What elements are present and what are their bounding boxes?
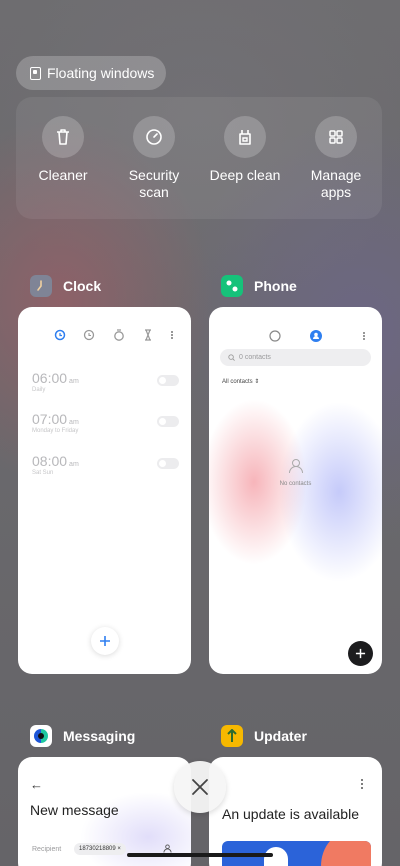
updater-app-header: Updater — [221, 725, 307, 747]
close-icon — [192, 779, 208, 795]
no-contacts-text: No contacts — [279, 481, 312, 487]
grid-icon — [315, 116, 357, 158]
clock-app-icon — [30, 275, 52, 297]
phone-app-name: Phone — [254, 278, 297, 294]
clock-app-header: Clock — [30, 275, 101, 297]
phone-app-card[interactable]: 0 contacts All contacts ⇕ No contacts — [209, 307, 382, 674]
contacts-filter-label: All contacts — [222, 379, 253, 385]
phone-tabs-icon — [269, 330, 365, 342]
update-available-title: An update is available — [222, 806, 359, 822]
alarm-item[interactable]: 08:00 am Sat Sun — [32, 453, 79, 476]
contact-person-icon — [289, 459, 303, 474]
trash-icon — [42, 116, 84, 158]
recipient-value: 18730218809 — [79, 846, 116, 852]
clock-app-name: Clock — [63, 278, 102, 294]
contact-picker-icon[interactable] — [163, 844, 172, 853]
add-contact-button[interactable] — [348, 641, 373, 666]
cleaner-label: Cleaner — [38, 167, 88, 183]
deep-clean-icon — [224, 116, 266, 158]
floating-windows-label: Floating windows — [47, 65, 155, 81]
deep-clean-button[interactable]: Deep clean — [200, 116, 290, 184]
updater-app-icon — [221, 725, 243, 747]
contacts-filter-dropdown[interactable]: All contacts ⇕ — [222, 378, 259, 385]
more-options-icon[interactable] — [359, 778, 365, 790]
security-scan-label: Security scan — [128, 167, 180, 200]
contact-search-placeholder: 0 contacts — [239, 354, 271, 361]
clock-app-card[interactable]: 06:00 am Daily 07:00 am Monday to Friday 0… — [18, 307, 191, 674]
alarm-item[interactable]: 07:00 am Monday to Friday — [32, 411, 79, 434]
add-alarm-button[interactable] — [91, 627, 119, 655]
alarm-ampm: am — [69, 461, 79, 468]
back-arrow-icon[interactable]: ← — [30, 777, 43, 792]
update-banner-shape — [321, 841, 371, 866]
quick-tools-panel: Cleaner Security scan Deep clean Manage … — [16, 97, 382, 219]
updater-app-card[interactable]: An update is available — [209, 757, 382, 866]
messaging-app-card[interactable]: ← New message Recipient 18730218809 × — [18, 757, 191, 866]
contact-search-input[interactable]: 0 contacts — [220, 349, 371, 366]
messaging-app-icon — [30, 725, 52, 747]
home-indicator[interactable] — [127, 853, 273, 857]
recipient-label: Recipient — [32, 846, 62, 853]
alarm-toggle[interactable] — [157, 375, 179, 386]
alarm-ampm: am — [69, 378, 79, 385]
alarm-toggle[interactable] — [157, 416, 179, 427]
alarm-toggle[interactable] — [157, 458, 179, 469]
search-icon — [228, 354, 235, 361]
phone-app-icon — [221, 275, 243, 297]
security-scan-button[interactable]: Security scan — [109, 116, 199, 201]
floating-window-icon — [30, 66, 41, 80]
cleaner-button[interactable]: Cleaner — [18, 116, 108, 184]
alarm-repeat: Sat Sun — [32, 470, 54, 476]
manage-apps-label: Manage apps — [310, 167, 362, 200]
clock-tabs-icon — [54, 329, 173, 341]
alarm-time: 07:00 — [32, 411, 68, 427]
floating-windows-button[interactable]: Floating windows — [16, 56, 166, 90]
alarm-repeat: Daily — [32, 387, 46, 393]
recipient-chip[interactable]: 18730218809 × — [74, 843, 126, 855]
plus-icon — [355, 648, 366, 659]
updater-app-name: Updater — [254, 728, 307, 744]
messaging-app-name: Messaging — [63, 728, 136, 744]
alarm-repeat: Monday to Friday — [32, 428, 79, 434]
messaging-app-header: Messaging — [30, 725, 135, 747]
alarm-item[interactable]: 06:00 am Daily — [32, 370, 79, 393]
new-message-title: New message — [30, 802, 119, 818]
alarm-time: 06:00 — [32, 370, 68, 386]
alarm-time: 08:00 — [32, 453, 68, 469]
clear-all-button[interactable] — [174, 761, 226, 813]
alarm-ampm: am — [69, 419, 79, 426]
plus-icon — [100, 636, 110, 646]
deep-clean-label: Deep clean — [209, 167, 281, 183]
manage-apps-button[interactable]: Manage apps — [291, 116, 381, 201]
shield-check-icon — [133, 116, 175, 158]
phone-app-header: Phone — [221, 275, 297, 297]
chevron-updown-icon: ⇕ — [254, 379, 260, 385]
